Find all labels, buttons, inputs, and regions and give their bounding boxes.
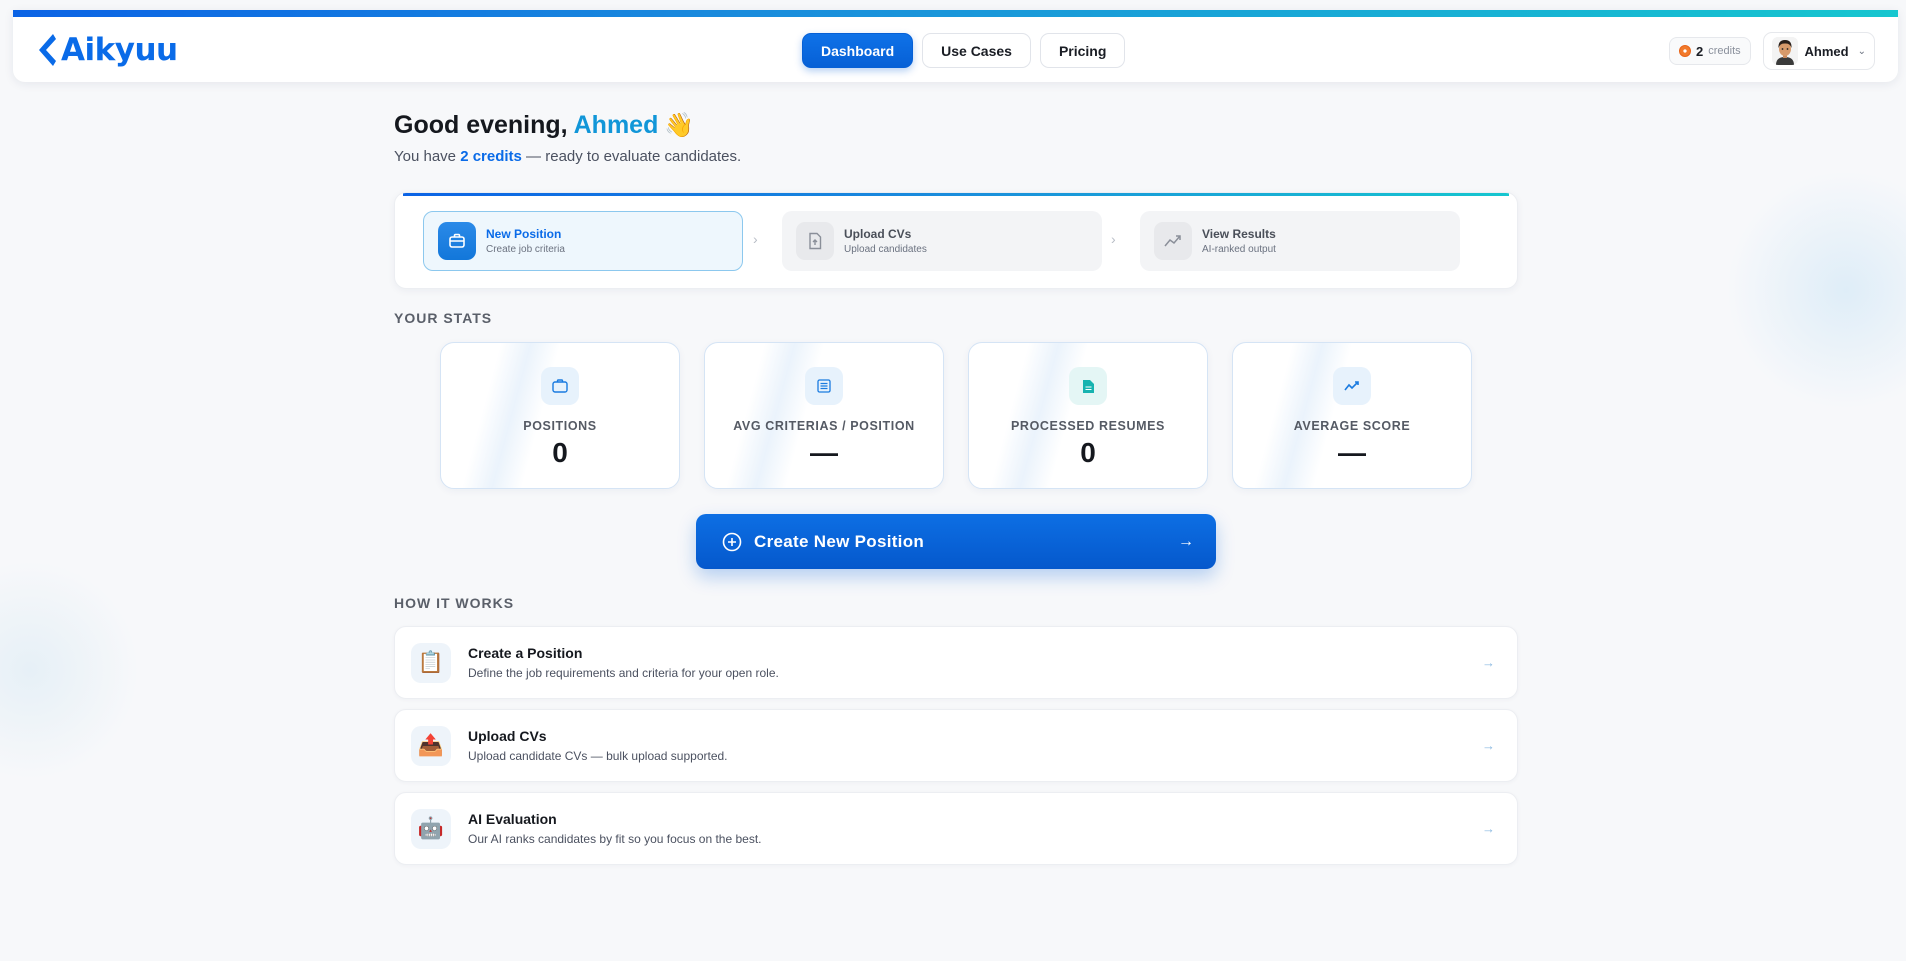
main-nav: Dashboard Use Cases Pricing bbox=[802, 33, 1126, 68]
credits-label: credits bbox=[1708, 45, 1741, 57]
stat-card-processed-resumes: PROCESSED RESUMES 0 bbox=[968, 342, 1208, 489]
stat-label: POSITIONS bbox=[523, 419, 597, 433]
avatar bbox=[1772, 37, 1798, 65]
plus-circle-icon bbox=[722, 532, 742, 551]
step-upload-cvs[interactable]: Upload CVs Upload candidates bbox=[782, 211, 1102, 271]
user-name: Ahmed bbox=[1804, 43, 1849, 59]
stat-label: AVG CRITERIAS / POSITION bbox=[733, 419, 915, 433]
arrow-right-icon: → bbox=[1482, 655, 1495, 670]
user-menu-button[interactable]: Ahmed ⌄ bbox=[1763, 32, 1875, 70]
trend-icon bbox=[1154, 222, 1192, 260]
step-subtitle: Upload candidates bbox=[844, 244, 927, 255]
outbox-tray-icon: 📤 bbox=[411, 725, 451, 766]
how-item-title: Upload CVs bbox=[468, 728, 547, 744]
credits-summary: You have 2 credits — ready to evaluate c… bbox=[394, 148, 1518, 168]
logo-text: Aikyuu bbox=[61, 32, 178, 68]
how-item-description: Our AI ranks candidates by fit so you fo… bbox=[468, 832, 762, 846]
arrow-right-icon: → bbox=[1482, 738, 1495, 753]
step-title: Upload CVs bbox=[844, 227, 912, 241]
background-glow bbox=[1726, 170, 1906, 410]
how-item-create-position[interactable]: 📋 Create a Position Define the job requi… bbox=[394, 626, 1518, 699]
create-new-position-button[interactable]: Create New Position → bbox=[696, 514, 1216, 569]
credits-count: 2 bbox=[1696, 43, 1704, 59]
stats-section-title: YOUR STATS bbox=[394, 310, 493, 326]
stat-label: AVERAGE SCORE bbox=[1293, 419, 1411, 433]
dashboard-main: Good evening, Ahmed 👋 You have 2 credits… bbox=[394, 108, 1518, 865]
robot-icon: 🤖 bbox=[411, 808, 451, 849]
header-gradient-bar bbox=[13, 10, 1898, 17]
file-upload-icon bbox=[796, 222, 834, 260]
step-new-position[interactable]: New Position Create job criteria bbox=[423, 211, 743, 271]
stat-card-positions: POSITIONS 0 bbox=[440, 342, 680, 489]
chevron-right-icon: › bbox=[1111, 231, 1116, 247]
stat-value: 0 bbox=[1080, 437, 1096, 468]
cta-label: Create New Position bbox=[754, 531, 925, 551]
stat-card-avg-criterias: AVG CRITERIAS / POSITION — bbox=[704, 342, 944, 489]
how-item-description: Define the job requirements and criteria… bbox=[468, 666, 779, 680]
clipboard-icon: 📋 bbox=[411, 642, 451, 683]
logo-chevron-icon bbox=[39, 34, 56, 66]
nav-pricing-button[interactable]: Pricing bbox=[1039, 33, 1126, 68]
briefcase-icon bbox=[541, 367, 579, 405]
how-item-ai-evaluation[interactable]: 🤖 AI Evaluation Our AI ranks candidates … bbox=[394, 792, 1518, 865]
top-header: Aikyuu Dashboard Use Cases Pricing 2 cre… bbox=[13, 10, 1898, 82]
summary-text-start: You have bbox=[394, 148, 461, 165]
stat-label: PROCESSED RESUMES bbox=[1011, 419, 1165, 433]
how-item-title: Create a Position bbox=[468, 645, 583, 661]
greeting-heading: Good evening, Ahmed 👋 bbox=[394, 108, 1518, 142]
stat-value: — bbox=[1338, 437, 1366, 468]
how-item-upload-cvs[interactable]: 📤 Upload CVs Upload candidate CVs — bulk… bbox=[394, 709, 1518, 782]
summary-text-end: — ready to evaluate candidates. bbox=[521, 148, 742, 165]
stat-card-average-score: AVERAGE SCORE — bbox=[1232, 342, 1472, 489]
document-icon bbox=[1069, 367, 1107, 405]
step-title: View Results bbox=[1202, 227, 1276, 241]
step-subtitle: AI-ranked output bbox=[1202, 244, 1276, 255]
greeting-user-name: Ahmed bbox=[573, 110, 659, 139]
how-it-works-title: HOW IT WORKS bbox=[394, 595, 515, 611]
waving-hand-icon: 👋 bbox=[664, 111, 695, 139]
step-title: New Position bbox=[486, 227, 562, 241]
how-item-title: AI Evaluation bbox=[468, 811, 557, 827]
avatar-person-icon bbox=[1772, 37, 1798, 65]
credits-badge[interactable]: 2 credits bbox=[1669, 37, 1751, 65]
stat-value: — bbox=[810, 437, 838, 468]
arrow-right-icon: → bbox=[1482, 821, 1495, 836]
chevron-down-icon: ⌄ bbox=[1857, 45, 1866, 57]
arrow-right-icon: → bbox=[1178, 532, 1194, 550]
briefcase-icon bbox=[438, 222, 476, 260]
step-view-results[interactable]: View Results AI-ranked output bbox=[1140, 211, 1460, 271]
how-item-description: Upload candidate CVs — bulk upload suppo… bbox=[468, 749, 728, 763]
background-glow bbox=[0, 560, 140, 780]
step-subtitle: Create job criteria bbox=[486, 244, 565, 255]
chevron-right-icon: › bbox=[753, 231, 758, 247]
list-icon bbox=[805, 367, 843, 405]
nav-dashboard-button[interactable]: Dashboard bbox=[802, 33, 914, 68]
trend-icon bbox=[1333, 367, 1371, 405]
coin-icon bbox=[1679, 45, 1691, 57]
greeting-prefix: Good evening, bbox=[394, 110, 568, 139]
nav-use-cases-button[interactable]: Use Cases bbox=[922, 33, 1031, 68]
logo[interactable]: Aikyuu bbox=[35, 30, 178, 70]
workflow-steps: New Position Create job criteria › Uploa… bbox=[394, 192, 1518, 289]
stat-value: 0 bbox=[552, 437, 568, 468]
summary-credits: 2 credits bbox=[460, 148, 522, 165]
steps-gradient-bar bbox=[403, 193, 1509, 196]
